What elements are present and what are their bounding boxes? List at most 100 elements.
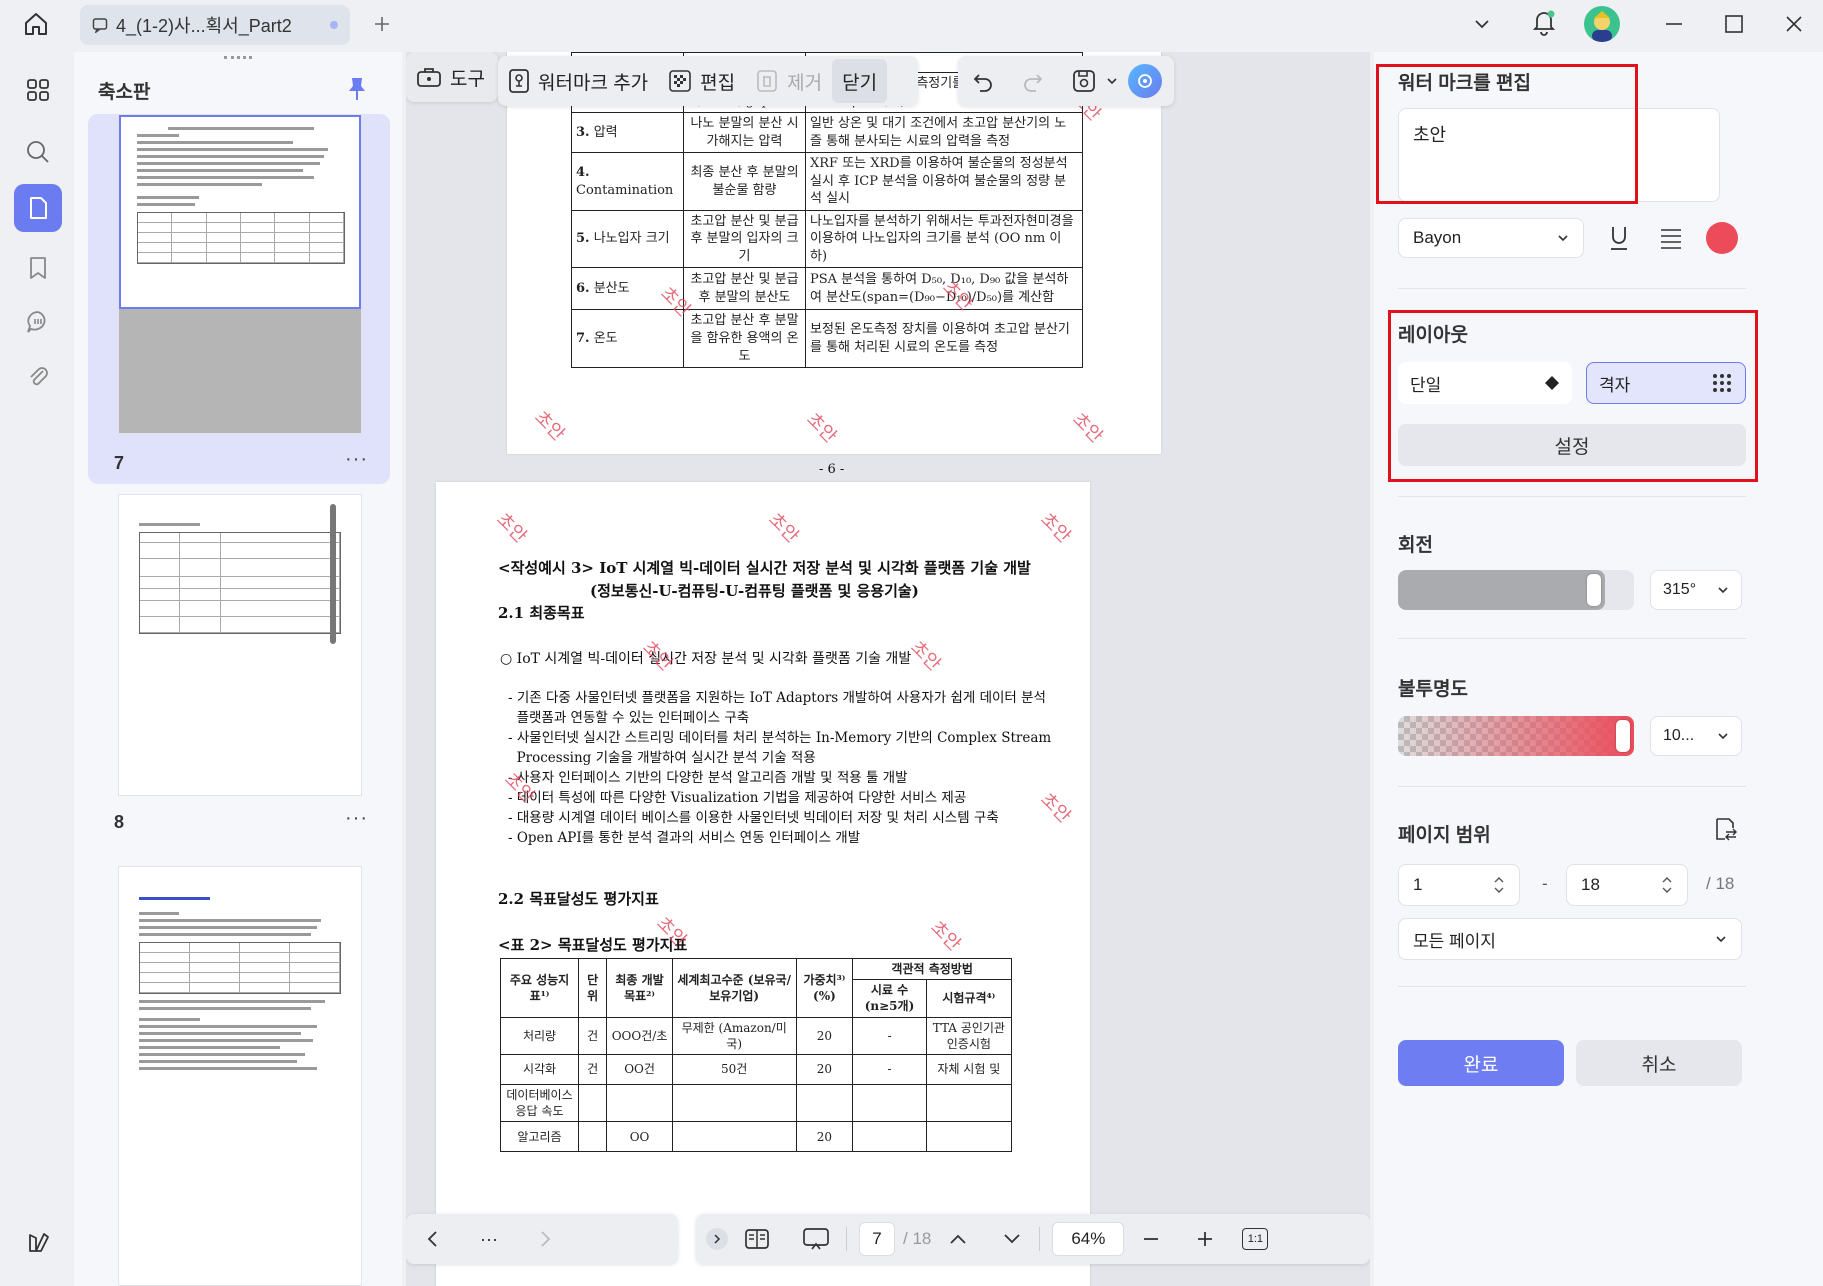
range-dash: - <box>1542 874 1548 893</box>
thumbnail-card-8[interactable]: 8 ··· <box>88 494 390 856</box>
item-cell: 4. Contamination <box>571 152 684 211</box>
page-6: 2. Nozzle Gap초고압 분산기의 분사 노즐의 gap sizegap… <box>507 52 1161 477</box>
page-range-mode-select[interactable]: 모든 페이지 <box>1398 918 1742 960</box>
presentation-icon[interactable] <box>786 1217 846 1261</box>
maximize-icon[interactable] <box>1720 10 1748 38</box>
table-cell: 20 <box>795 1121 854 1153</box>
table-cell: 20 <box>795 1053 854 1085</box>
th-target: 최종 개발목표²⁾ <box>606 958 673 1018</box>
page-number-input[interactable]: 7 <box>859 1222 895 1256</box>
apps-grid-icon[interactable] <box>14 66 62 114</box>
range-to-input[interactable]: 18 <box>1566 864 1688 906</box>
library-icon[interactable] <box>14 1218 62 1266</box>
zoom-out-icon[interactable] <box>1124 1217 1178 1261</box>
bookmark-icon[interactable] <box>14 244 62 292</box>
bullet-line: Processing 기술을 개발하여 실시간 분석 기술 적용 <box>508 750 816 766</box>
zoom-in-icon[interactable] <box>1178 1217 1232 1261</box>
new-tab-icon[interactable] <box>368 10 396 38</box>
layout-grid-option[interactable]: 격자 <box>1586 362 1746 404</box>
bullet-line: - 데이터 특성에 따른 다양한 Visualization 기법을 제공하여 … <box>508 790 967 806</box>
close-window-icon[interactable] <box>1780 10 1808 38</box>
zoom-input[interactable]: 64% <box>1052 1222 1125 1256</box>
more-button[interactable]: ··· <box>460 1217 518 1261</box>
table-cell: TTA 공인기관 인증시험 <box>925 1016 1013 1055</box>
opacity-knob[interactable] <box>1616 720 1630 752</box>
item-number: 4. <box>576 164 590 180</box>
avatar[interactable] <box>1584 6 1620 42</box>
close-watermark-button[interactable]: 닫기 <box>832 59 888 103</box>
thumbnail-more-button[interactable]: ··· <box>345 807 368 830</box>
font-select[interactable]: Bayon <box>1398 218 1584 258</box>
redo-icon[interactable] <box>1008 59 1058 103</box>
document-tab[interactable]: 4_(1-2)사...획서_Part2 <box>80 5 350 45</box>
page-layout-icon[interactable] <box>728 1217 786 1261</box>
settings-button[interactable]: 설정 <box>1398 424 1746 466</box>
table-cell: 건 <box>578 1053 608 1085</box>
cancel-button[interactable]: 취소 <box>1576 1040 1742 1086</box>
thumbnail-card-7[interactable]: 7 ··· <box>88 114 390 484</box>
thumbnails-icon[interactable] <box>14 184 62 232</box>
collapse-icon[interactable] <box>706 1228 728 1250</box>
minimize-icon[interactable] <box>1660 10 1688 38</box>
rotation-fill <box>1398 570 1605 610</box>
stepper-icon[interactable] <box>1493 874 1505 896</box>
prev-icon[interactable] <box>406 1217 460 1261</box>
table-cell: OO건 <box>606 1053 673 1085</box>
page-down-icon[interactable] <box>985 1217 1039 1261</box>
done-button[interactable]: 완료 <box>1398 1040 1564 1086</box>
rotation-slider[interactable] <box>1398 570 1634 610</box>
divider <box>1398 288 1746 289</box>
method-cell: XRF 또는 XRD를 이용하여 불순물의 정성분석 실시 후 ICP 분석을 … <box>805 152 1083 211</box>
stepper-icon[interactable] <box>1661 874 1673 896</box>
undo-icon[interactable] <box>958 59 1008 103</box>
item-name: 온도 <box>593 331 618 347</box>
next-icon[interactable] <box>518 1217 572 1261</box>
item-number: 3. <box>576 124 590 140</box>
home-icon[interactable] <box>22 10 50 38</box>
range-mode-value: 모든 페이지 <box>1413 931 1496 951</box>
method-cell: 나노입자를 분석하기 위해서는 투과전자현미경을 이용하여 나노입자의 크기를 … <box>805 209 1083 269</box>
chevron-down-icon[interactable] <box>1468 10 1496 38</box>
opacity-select[interactable]: 10... <box>1650 716 1742 756</box>
thumbnail-card-9[interactable] <box>88 866 390 1286</box>
item-name: Contamination <box>576 182 674 198</box>
save-menu-chevron-icon[interactable] <box>1102 59 1122 103</box>
range-from-input[interactable]: 1 <box>1398 864 1520 906</box>
watermark-text-input[interactable]: 초안 <box>1398 108 1720 202</box>
drag-handle[interactable] <box>224 56 252 60</box>
align-icon[interactable] <box>1658 226 1684 250</box>
actual-size-button[interactable]: 1:1 <box>1242 1228 1269 1250</box>
opacity-slider[interactable] <box>1398 716 1634 756</box>
tools-button[interactable]: 도구 <box>406 55 495 99</box>
pin-icon[interactable] <box>346 76 368 102</box>
thumbnail-page-9 <box>118 866 362 1286</box>
bell-icon[interactable] <box>1530 8 1558 36</box>
page-up-icon[interactable] <box>931 1217 985 1261</box>
thumbnails-scrollbar[interactable] <box>330 504 336 644</box>
chevron-down-icon <box>1715 933 1727 945</box>
bullet-line: - 대용량 시계열 데이터 베이스를 이용한 사물인터넷 빅데이터 저장 및 처… <box>508 810 999 826</box>
remove-watermark-button[interactable]: 제거 <box>745 59 832 103</box>
table-cell <box>795 1083 854 1123</box>
rotation-select[interactable]: 315° <box>1650 570 1742 610</box>
color-swatch[interactable] <box>1706 222 1738 254</box>
nav-arrows-bar: ··· <box>406 1214 678 1264</box>
divider <box>1398 496 1746 497</box>
layout-single-option[interactable]: 단일 <box>1398 362 1572 404</box>
page-range-swap-icon[interactable] <box>1712 816 1738 842</box>
add-watermark-button[interactable]: 워터마크 추가 <box>498 59 658 103</box>
search-icon[interactable] <box>14 128 62 176</box>
underline-icon[interactable] <box>1606 224 1632 252</box>
ai-assistant-icon[interactable] <box>1128 64 1162 98</box>
table-cell <box>671 1121 797 1153</box>
method-cell: 보정된 온도측정 장치를 이용하여 초고압 분산기를 통해 처리된 시료의 온도… <box>805 309 1083 369</box>
thumbnail-number: 7 <box>114 453 125 473</box>
comment-icon[interactable] <box>14 298 62 346</box>
attachment-icon[interactable] <box>14 352 62 400</box>
edit-watermark-button[interactable]: 편집 <box>658 59 745 103</box>
save-icon[interactable] <box>1058 59 1102 103</box>
thumbnail-more-button[interactable]: ··· <box>345 448 368 471</box>
rotation-knob[interactable] <box>1586 574 1601 606</box>
range-from-value: 1 <box>1413 875 1423 894</box>
diamond-icon <box>1544 375 1560 391</box>
